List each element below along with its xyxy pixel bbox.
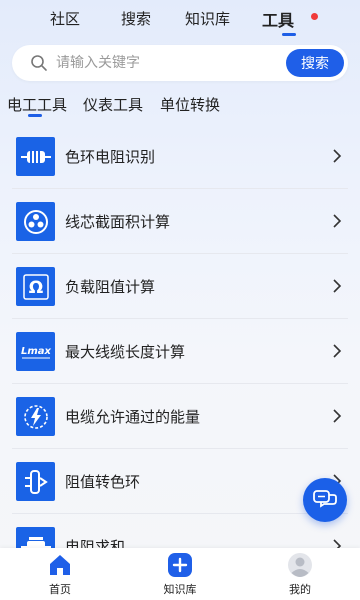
chat-bubbles-icon — [313, 490, 337, 508]
lmax-icon: Lmax — [16, 332, 55, 371]
nav-label: 我的 — [289, 583, 311, 596]
active-tab-indicator — [282, 33, 296, 36]
active-subtab-indicator — [28, 114, 42, 117]
list-item-label: 阻值转色环 — [65, 473, 141, 491]
list-item-label: 色环电阻识别 — [65, 148, 156, 166]
chevron-right-icon — [333, 409, 342, 423]
bottom-navigation: 首页 知识库 我的 — [0, 548, 360, 600]
top-tab-bar: 社区 搜索 知识库 工具 — [0, 0, 360, 38]
list-item-wire-cross-section[interactable]: 线芯截面积计算 — [0, 189, 360, 254]
list-item-load-resistance[interactable]: Ω 负载阻值计算 — [0, 254, 360, 319]
svg-text:Ω: Ω — [28, 278, 42, 298]
subtab-unit-conversion[interactable]: 单位转换 — [160, 94, 220, 115]
search-button[interactable]: 搜索 — [286, 49, 344, 77]
chevron-right-icon — [333, 214, 342, 228]
chevron-right-icon — [333, 149, 342, 163]
nav-knowledge-base[interactable]: 知识库 — [140, 548, 220, 600]
list-item-label: 最大线缆长度计算 — [65, 343, 186, 361]
svg-text:Lmax: Lmax — [21, 346, 52, 357]
list-item-cable-energy[interactable]: 电缆允许通过的能量 — [0, 384, 360, 449]
convert-icon — [16, 462, 55, 501]
subtab-meter-tools[interactable]: 仪表工具 — [83, 94, 143, 115]
list-item-color-ring-resistor[interactable]: 色环电阻识别 — [0, 124, 360, 189]
ohm-icon: Ω — [16, 267, 55, 306]
tab-search[interactable]: 搜索 — [121, 8, 151, 29]
subtab-electrician-tools[interactable]: 电工工具 — [7, 94, 67, 115]
list-item-label: 线芯截面积计算 — [65, 213, 171, 231]
nav-profile[interactable]: 我的 — [260, 548, 340, 600]
search-input[interactable] — [56, 51, 276, 75]
cable-core-icon — [16, 202, 55, 241]
home-icon — [50, 555, 70, 575]
chevron-right-icon — [333, 344, 342, 358]
search-bar: 搜索 — [12, 45, 348, 81]
resistor-icon — [16, 137, 55, 176]
profile-icon — [288, 553, 312, 577]
nav-label: 首页 — [49, 583, 71, 596]
list-item-label: 电缆允许通过的能量 — [65, 408, 201, 426]
search-icon — [31, 55, 47, 71]
nav-home[interactable]: 首页 — [20, 548, 100, 600]
plus-icon — [168, 553, 192, 577]
tab-community[interactable]: 社区 — [50, 8, 80, 29]
list-item-label: 负载阻值计算 — [65, 278, 156, 296]
nav-label: 知识库 — [163, 583, 197, 596]
list-item-max-cable-length[interactable]: Lmax 最大线缆长度计算 — [0, 319, 360, 384]
sub-tab-bar: 电工工具 仪表工具 单位转换 — [0, 92, 360, 118]
energy-icon — [16, 397, 55, 436]
chevron-right-icon — [333, 279, 342, 293]
notification-dot — [311, 13, 318, 20]
tab-knowledge-base[interactable]: 知识库 — [185, 8, 230, 29]
tab-tools[interactable]: 工具 — [262, 7, 294, 31]
chat-fab-button[interactable] — [303, 478, 347, 522]
